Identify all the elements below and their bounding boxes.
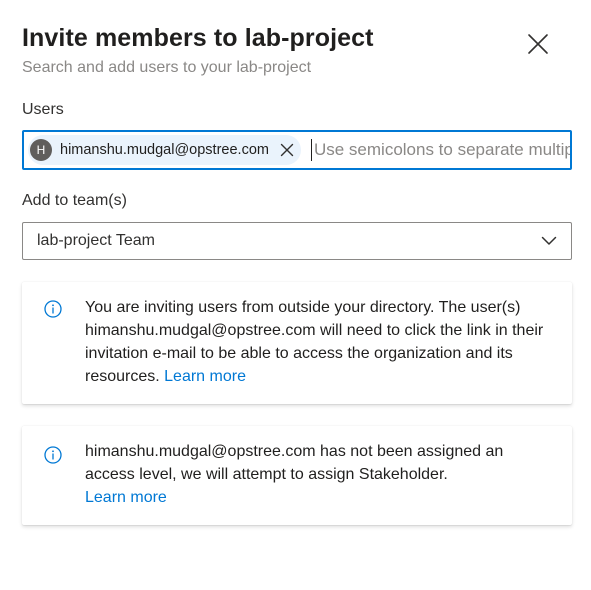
- dialog-title: Invite members to lab-project: [22, 24, 374, 52]
- invite-dialog: Invite members to lab-project Search and…: [0, 0, 591, 590]
- close-icon: [280, 143, 294, 157]
- team-label: Add to team(s): [22, 192, 127, 209]
- team-dropdown[interactable]: lab-project Team: [22, 222, 572, 260]
- team-selected-value: lab-project Team: [37, 232, 155, 249]
- notice-text: You are inviting users from outside your…: [85, 299, 544, 385]
- avatar: H: [30, 139, 52, 161]
- users-picker[interactable]: H himanshu.mudgal@opstree.com: [22, 130, 572, 170]
- access-level-notice: himanshu.mudgal@opstree.com has not been…: [22, 426, 572, 525]
- dialog-subtitle: Search and add users to your lab-project: [22, 59, 312, 76]
- close-button[interactable]: [522, 28, 554, 60]
- external-user-notice: You are inviting users from outside your…: [22, 282, 572, 404]
- notice-text: himanshu.mudgal@opstree.com has not been…: [85, 443, 504, 483]
- users-search-input[interactable]: [310, 139, 570, 161]
- user-chip-email: himanshu.mudgal@opstree.com: [60, 142, 269, 158]
- learn-more-link[interactable]: Learn more: [85, 489, 167, 506]
- users-label: Users: [22, 101, 64, 118]
- chevron-down-icon: [541, 233, 557, 249]
- learn-more-link[interactable]: Learn more: [164, 368, 246, 385]
- remove-user-button[interactable]: [279, 142, 295, 158]
- user-chip[interactable]: H himanshu.mudgal@opstree.com: [28, 135, 301, 165]
- info-icon: [44, 446, 62, 464]
- close-icon: [528, 34, 548, 54]
- info-icon: [44, 300, 62, 318]
